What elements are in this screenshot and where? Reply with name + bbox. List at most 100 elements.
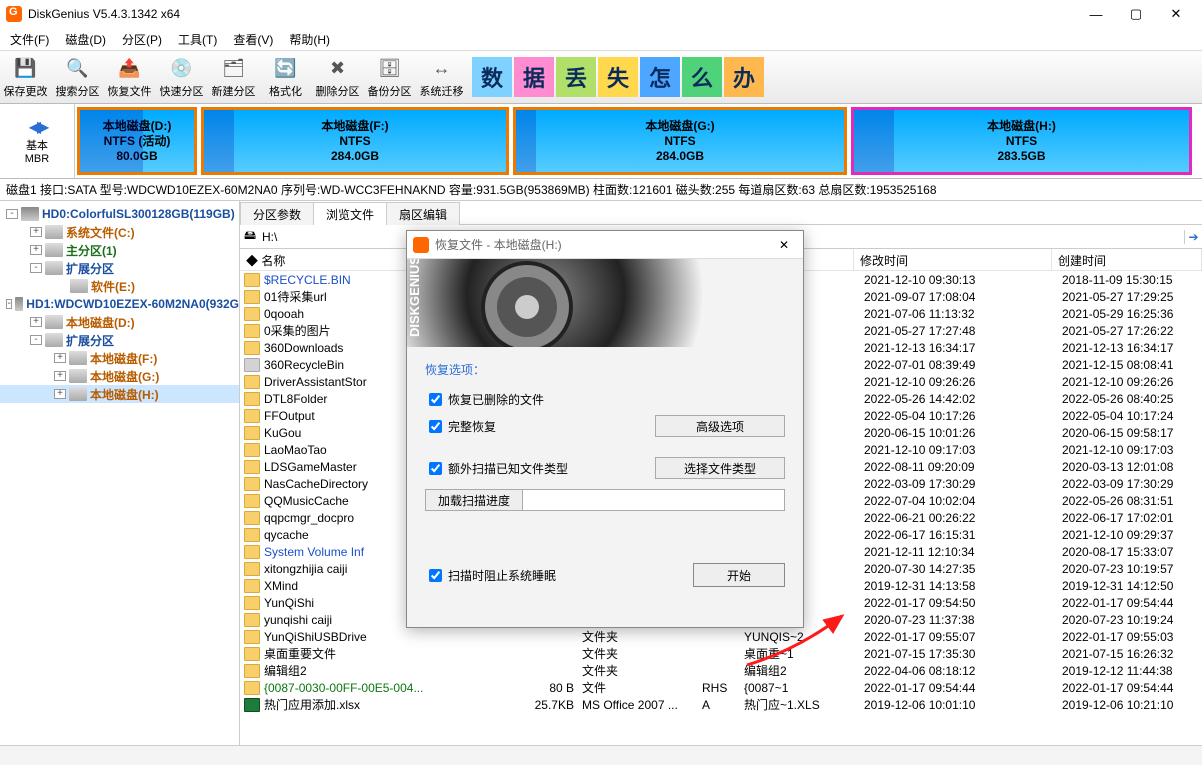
col-created[interactable]: 创建时间 [1052,249,1202,270]
toolbar-button[interactable]: ↔系统迁移 [416,51,468,103]
file-icon [244,630,260,644]
tree-icon [45,225,63,239]
file-icon [244,596,260,610]
load-progress-button[interactable]: 加载扫描进度 [425,489,523,511]
tree-node[interactable]: -扩展分区 [0,331,239,349]
快速分区-icon: 💿 [169,55,195,81]
file-icon [244,647,260,661]
start-button[interactable]: 开始 [693,563,785,587]
tree-expander-icon[interactable]: - [6,209,18,219]
menu-item[interactable]: 磁盘(D) [57,29,114,50]
recover-deleted-checkbox[interactable] [429,393,442,406]
partition-strip: ◀▶ 基本 MBR 本地磁盘(D:)NTFS (活动)80.0GB本地磁盘(F:… [0,104,1202,179]
banner-char: 办 [724,57,764,97]
tree-node[interactable]: +主分区(1) [0,241,239,259]
toolbar-button[interactable]: 🔍搜索分区 [52,51,104,103]
file-icon [244,511,260,525]
progress-path-field[interactable] [522,489,785,511]
tab[interactable]: 浏览文件 [313,202,387,225]
go-arrow-icon[interactable]: ➔ [1184,230,1202,244]
tree-node[interactable]: -扩展分区 [0,259,239,277]
partition-box[interactable]: 本地磁盘(G:)NTFS284.0GB [513,107,847,175]
toolbar-button[interactable]: 💾保存更改 [0,51,52,103]
tree-expander-icon[interactable]: + [54,353,66,363]
file-row[interactable]: 桌面重要文件 文件夹 桌面重~1 2021-07-15 17:35:30 202… [240,645,1202,662]
file-row[interactable]: YunQiShiUSBDrive 文件夹 YUNQIS~2 2022-01-17… [240,628,1202,645]
file-icon [244,545,260,559]
toolbar-button[interactable]: 🗂新建分区 [208,51,260,103]
file-icon [244,409,260,423]
删除分区-icon: ✖ [325,55,351,81]
tree-expander-icon[interactable]: - [30,335,42,345]
menu-item[interactable]: 帮助(H) [281,29,338,50]
格式化-icon: 🔄 [273,55,299,81]
tree-expander-icon[interactable]: - [6,299,12,309]
tree-expander-icon[interactable]: + [54,371,66,381]
tree-node[interactable]: +本地磁盘(D:) [0,313,239,331]
tree-icon [69,369,87,383]
mbr-column[interactable]: ◀▶ 基本 MBR [0,104,75,178]
banner-char: 数 [472,57,512,97]
full-recovery-checkbox[interactable] [429,420,442,433]
svg-text:DISKGENIUS: DISKGENIUS [407,259,422,337]
file-icon [244,443,260,457]
tree-expander-icon[interactable]: + [30,227,42,237]
file-icon [244,562,260,576]
banner-char: 失 [598,57,638,97]
toolbar: 💾保存更改🔍搜索分区📤恢复文件💿快速分区🗂新建分区🔄格式化✖删除分区🗄备份分区↔… [0,50,1202,104]
menu-item[interactable]: 工具(T) [170,29,225,50]
file-row[interactable]: {0087-0030-00FF-00E5-004... 80 B 文件 RHS … [240,679,1202,696]
prevent-sleep-label: 扫描时阻止系统睡眠 [448,567,556,584]
partition-box[interactable]: 本地磁盘(D:)NTFS (活动)80.0GB [77,107,197,175]
tree-node[interactable]: -HD1:WDCWD10EZEX-60M2NA0(932G [0,295,239,313]
file-icon [244,664,260,678]
file-icon [244,375,260,389]
prevent-sleep-checkbox[interactable] [429,569,442,582]
tree-icon [21,207,39,221]
toolbar-button[interactable]: 💿快速分区 [156,51,208,103]
nav-arrows-icon: ◀▶ [29,117,46,137]
advanced-options-button[interactable]: 高级选项 [655,415,785,437]
disk-art-icon: DISKGENIUS [407,259,805,347]
select-file-types-button[interactable]: 选择文件类型 [655,457,785,479]
tab[interactable]: 分区参数 [240,202,314,225]
file-icon [244,613,260,627]
file-icon [244,528,260,542]
maximize-button[interactable]: ▢ [1116,0,1156,28]
toolbar-button[interactable]: 📤恢复文件 [104,51,156,103]
toolbar-button[interactable]: 🔄格式化 [260,51,312,103]
tree-expander-icon[interactable]: + [54,389,66,399]
tree-node[interactable]: 软件(E:) [0,277,239,295]
disk-tree[interactable]: -HD0:ColorfulSL300128GB(119GB)+系统文件(C:)+… [0,201,240,765]
dialog-title-bar[interactable]: 恢复文件 - 本地磁盘(H:) ✕ [407,231,803,259]
col-modified[interactable]: 修改时间 [854,249,1052,270]
新建分区-icon: 🗂 [221,55,247,81]
disk-info-line: 磁盘1 接口:SATA 型号:WDCWD10EZEX-60M2NA0 序列号:W… [0,179,1202,201]
tree-node[interactable]: +本地磁盘(G:) [0,367,239,385]
menu-item[interactable]: 查看(V) [225,29,281,50]
toolbar-button[interactable]: 🗄备份分区 [364,51,416,103]
tree-expander-icon[interactable]: - [30,263,42,273]
menu-item[interactable]: 文件(F) [2,29,57,50]
banner: 数据丢失怎么办 [472,51,766,103]
close-button[interactable]: ✕ [1156,0,1196,28]
app-logo-icon [6,6,22,22]
toolbar-button[interactable]: ✖删除分区 [312,51,364,103]
minimize-button[interactable]: — [1076,0,1116,28]
file-row[interactable]: 编辑组2 文件夹 编辑组2 2022-04-06 08:18:12 2019-1… [240,662,1202,679]
dialog-close-button[interactable]: ✕ [771,238,797,252]
dialog-banner: DISKGENIUS [407,259,803,347]
menu-item[interactable]: 分区(P) [114,29,170,50]
file-row[interactable]: 热门应用添加.xlsx 25.7KB MS Office 2007 ... A … [240,696,1202,713]
tree-expander-icon[interactable]: + [30,317,42,327]
tree-node[interactable]: +系统文件(C:) [0,223,239,241]
tab[interactable]: 扇区编辑 [386,202,460,225]
partition-box[interactable]: 本地磁盘(H:)NTFS283.5GB [851,107,1192,175]
file-icon [244,477,260,491]
extra-scan-checkbox[interactable] [429,462,442,475]
tree-expander-icon[interactable]: + [30,245,42,255]
tree-node[interactable]: +本地磁盘(F:) [0,349,239,367]
tree-node[interactable]: -HD0:ColorfulSL300128GB(119GB) [0,205,239,223]
partition-box[interactable]: 本地磁盘(F:)NTFS284.0GB [201,107,509,175]
tree-node[interactable]: +本地磁盘(H:) [0,385,239,403]
